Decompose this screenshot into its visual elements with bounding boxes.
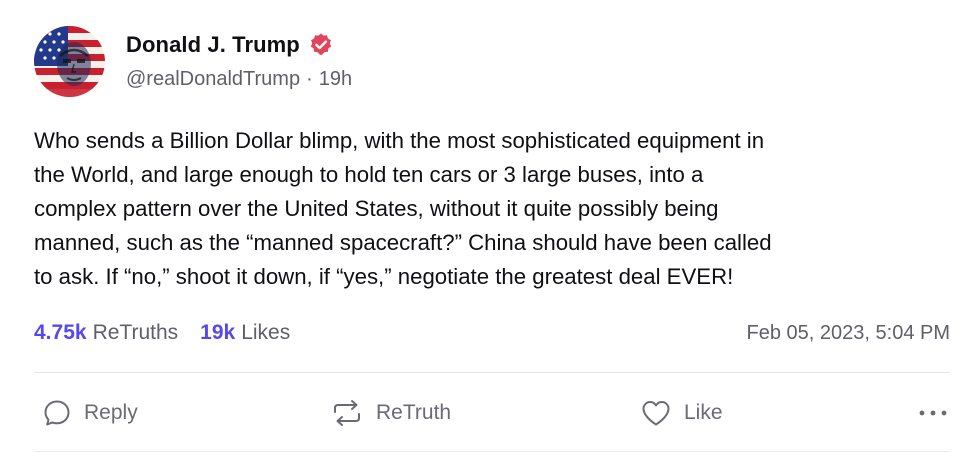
post-body-line: Who sends a Billion Dollar blimp, with t…	[34, 128, 765, 153]
post-stats: 4.75k ReTruths 19k Likes Feb 05, 2023, 5…	[34, 318, 950, 348]
post-body-line: the World, and large enough to hold ten …	[34, 162, 704, 187]
flag-portrait-avatar-icon	[34, 26, 105, 97]
retruths-stat[interactable]: 4.75k ReTruths	[34, 321, 178, 345]
speech-bubble-icon	[44, 400, 70, 426]
author-display-name[interactable]: Donald J. Trump	[126, 32, 300, 58]
verified-badge-icon	[310, 33, 332, 55]
post-timestamp[interactable]: Feb 05, 2023, 5:04 PM	[747, 322, 950, 345]
post-body: Who sends a Billion Dollar blimp, with t…	[34, 124, 954, 294]
retruth-button[interactable]: ReTruth	[330, 393, 451, 433]
meta-separator: ·	[306, 68, 313, 90]
like-label: Like	[684, 401, 723, 424]
divider	[34, 372, 950, 373]
truth-post: Donald J. Trump @realDonaldTrump · 19h W…	[0, 0, 980, 459]
post-actions: Reply ReTruth Like	[34, 393, 950, 433]
retruths-count: 4.75k	[34, 321, 87, 344]
author-name-row: Donald J. Trump	[126, 30, 334, 60]
author-avatar[interactable]	[34, 26, 105, 97]
retruth-label: ReTruth	[376, 401, 452, 424]
heart-icon	[642, 401, 670, 426]
author-meta: @realDonaldTrump · 19h	[126, 68, 352, 91]
post-body-line: manned, such as the “manned spacecraft?”…	[34, 230, 772, 255]
post-time-ago[interactable]: 19h	[319, 68, 352, 91]
divider	[34, 451, 950, 452]
more-options-button[interactable]	[916, 393, 950, 433]
reply-label: Reply	[84, 401, 138, 424]
likes-label: Likes	[241, 321, 291, 344]
repost-arrows-icon	[334, 400, 360, 426]
ellipsis-icon	[919, 410, 947, 416]
post-body-line: complex pattern over the United States, …	[34, 196, 719, 221]
likes-stat[interactable]: 19k Likes	[200, 321, 290, 345]
post-body-line: to ask. If “no,” shoot it down, if “yes,…	[34, 264, 734, 289]
reply-button[interactable]: Reply	[42, 393, 138, 433]
likes-count: 19k	[200, 321, 236, 344]
like-button[interactable]: Like	[640, 393, 723, 433]
retruths-label: ReTruths	[92, 321, 179, 344]
author-handle[interactable]: @realDonaldTrump	[126, 68, 300, 91]
